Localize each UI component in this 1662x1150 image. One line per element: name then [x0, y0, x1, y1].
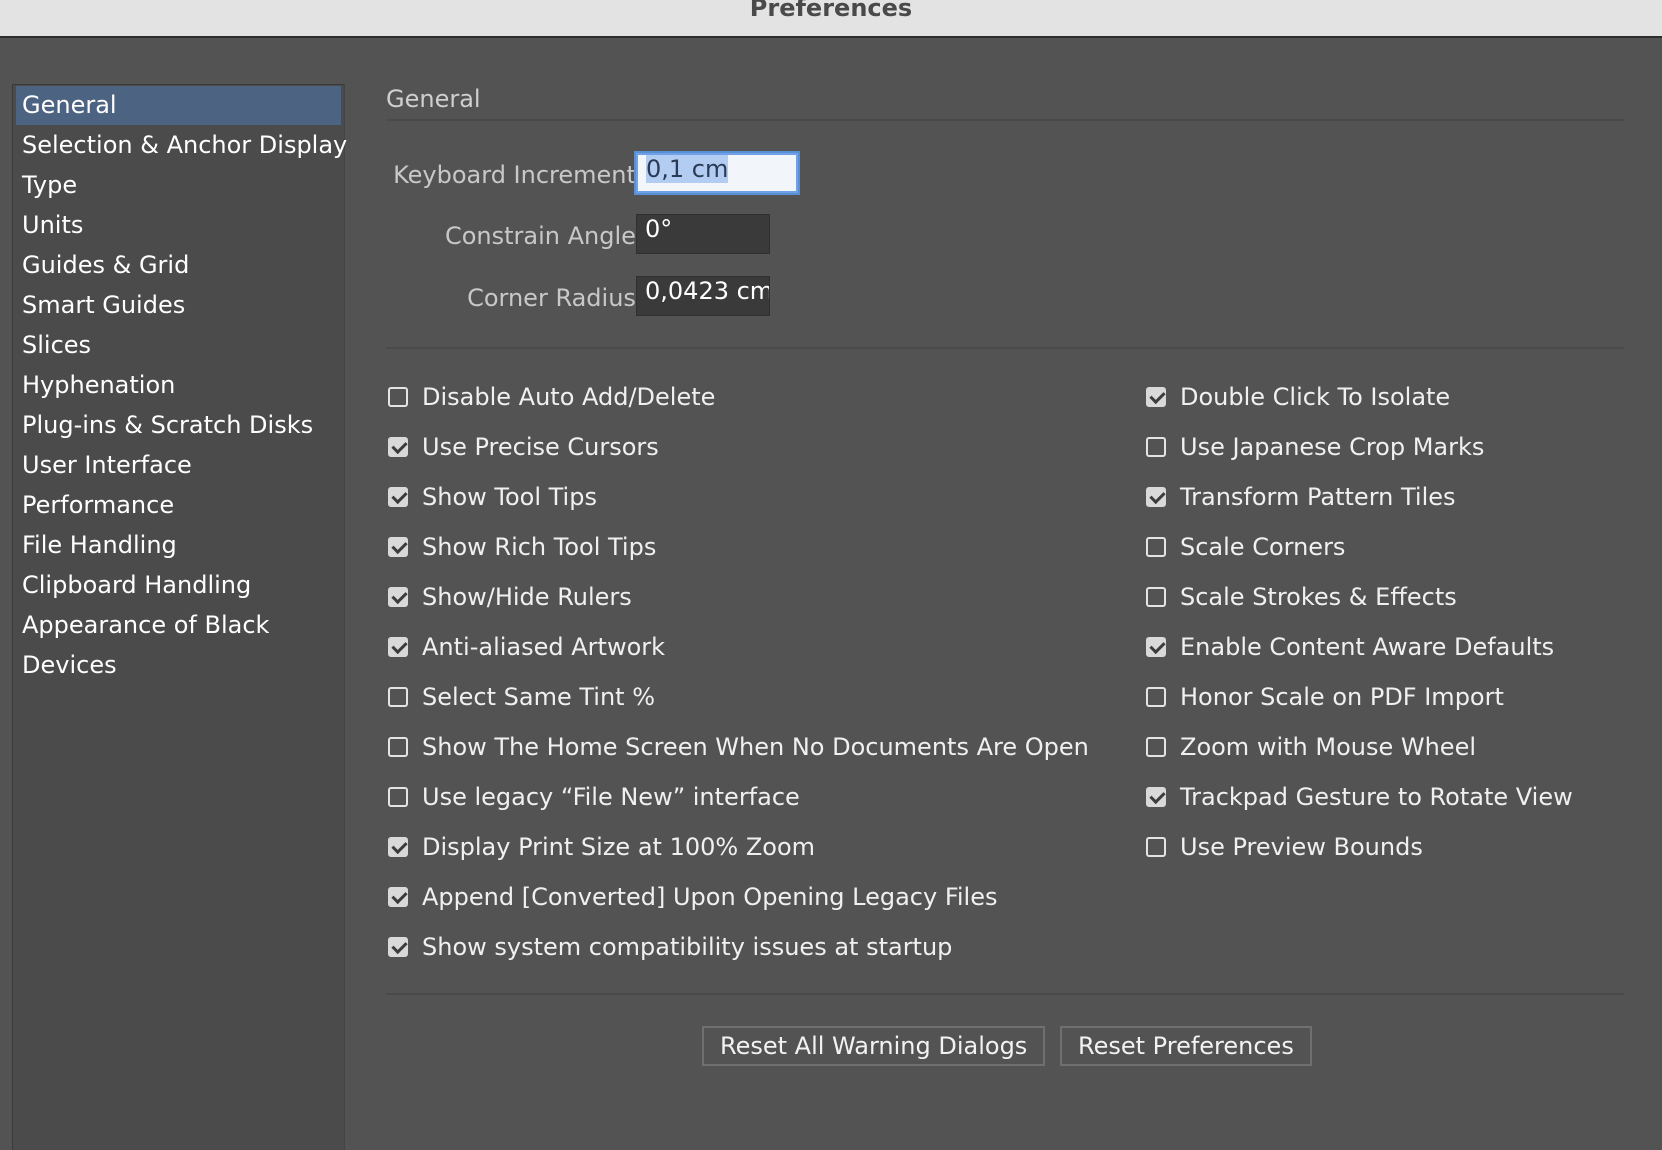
- checkbox-label: Append [Converted] Upon Opening Legacy F…: [422, 883, 998, 911]
- section-title: General: [386, 85, 481, 113]
- checkbox-label: Transform Pattern Tiles: [1180, 483, 1456, 511]
- checkbox-box[interactable]: [388, 737, 408, 757]
- keyboard-increment-value: 0,1 cm: [646, 155, 729, 183]
- checkbox-label: Enable Content Aware Defaults: [1180, 633, 1555, 661]
- checkbox-box[interactable]: [388, 587, 408, 607]
- checkbox-label: Double Click To Isolate: [1180, 383, 1451, 411]
- keyboard-increment-row: Keyboard Increment: 0,1 cm: [386, 153, 816, 197]
- checkbox-label: Scale Corners: [1180, 533, 1346, 561]
- sidebar-item-guides-grid[interactable]: Guides & Grid: [13, 245, 344, 285]
- checkbox-label: Show The Home Screen When No Documents A…: [422, 733, 1089, 761]
- window-title: Preferences: [749, 0, 913, 22]
- fields-divider: [386, 347, 1624, 349]
- sidebar-item-appearance-of-black[interactable]: Appearance of Black: [13, 605, 344, 645]
- checkbox-label: Honor Scale on PDF Import: [1180, 683, 1504, 711]
- sidebar-item-slices[interactable]: Slices: [13, 325, 344, 365]
- sidebar-item-smart-guides[interactable]: Smart Guides: [13, 285, 344, 325]
- checkbox-box[interactable]: [388, 537, 408, 557]
- buttons-divider: [386, 993, 1624, 995]
- sidebar-item-hyphenation[interactable]: Hyphenation: [13, 365, 344, 405]
- checkbox-box[interactable]: [388, 687, 408, 707]
- sidebar-item-performance[interactable]: Performance: [13, 485, 344, 525]
- reset-all-warning-dialogs-button[interactable]: Reset All Warning Dialogs: [702, 1026, 1046, 1066]
- constrain-angle-row: Constrain Angle: 0°: [386, 214, 816, 258]
- checkbox-label: Zoom with Mouse Wheel: [1180, 733, 1477, 761]
- checkbox-label: Anti-aliased Artwork: [422, 633, 666, 661]
- checkbox-box[interactable]: [388, 887, 408, 907]
- preferences-sidebar: General Selection & Anchor Display Type …: [12, 84, 347, 1150]
- checkbox-box[interactable]: [1146, 637, 1166, 657]
- checkbox-label: Disable Auto Add/Delete: [422, 383, 716, 411]
- checkbox-box[interactable]: [1146, 787, 1166, 807]
- checkbox-label: Select Same Tint %: [422, 683, 656, 711]
- checkbox-box[interactable]: [1146, 737, 1166, 757]
- window-titlebar: Preferences: [0, 0, 1662, 38]
- section-divider: [386, 119, 1624, 121]
- checkbox-label: Show Tool Tips: [422, 483, 597, 511]
- keyboard-increment-label: Keyboard Increment:: [393, 161, 644, 189]
- sidebar-item-general[interactable]: General: [16, 86, 341, 125]
- checkbox-box[interactable]: [388, 387, 408, 407]
- checkbox-box[interactable]: [388, 837, 408, 857]
- sidebar-item-plugins-scratch-disks[interactable]: Plug-ins & Scratch Disks: [13, 405, 344, 445]
- checkbox-label: Trackpad Gesture to Rotate View: [1180, 783, 1573, 811]
- checkbox-box[interactable]: [1146, 837, 1166, 857]
- checkbox-box[interactable]: [1146, 537, 1166, 557]
- checkbox-label: Show/Hide Rulers: [422, 583, 632, 611]
- sidebar-item-units[interactable]: Units: [13, 205, 344, 245]
- checkbox-box[interactable]: [388, 437, 408, 457]
- checkbox-box[interactable]: [1146, 587, 1166, 607]
- reset-preferences-button[interactable]: Reset Preferences: [1060, 1026, 1312, 1066]
- corner-radius-label: Corner Radius:: [467, 284, 644, 312]
- checkbox-box[interactable]: [1146, 487, 1166, 507]
- checkbox-label: Use Japanese Crop Marks: [1180, 433, 1485, 461]
- checkbox-box[interactable]: [1146, 687, 1166, 707]
- keyboard-increment-input[interactable]: 0,1 cm: [636, 153, 798, 193]
- sidebar-item-selection-anchor-display[interactable]: Selection & Anchor Display: [13, 125, 347, 165]
- checkbox-label: Use Precise Cursors: [422, 433, 659, 461]
- corner-radius-row: Corner Radius: 0,0423 cm: [386, 276, 816, 320]
- sidebar-item-clipboard-handling[interactable]: Clipboard Handling: [13, 565, 344, 605]
- checkbox-label: Show system compatibility issues at star…: [422, 933, 953, 961]
- checkbox-box[interactable]: [388, 787, 408, 807]
- checkbox-label: Scale Strokes & Effects: [1180, 583, 1457, 611]
- checkbox-label: Show Rich Tool Tips: [422, 533, 657, 561]
- constrain-angle-label: Constrain Angle:: [444, 222, 644, 250]
- checkbox-label: Use Preview Bounds: [1180, 833, 1423, 861]
- sidebar-item-user-interface[interactable]: User Interface: [13, 445, 344, 485]
- checkbox-box[interactable]: [388, 487, 408, 507]
- checkbox-label: Use legacy “File New” interface: [422, 783, 800, 811]
- constrain-angle-input[interactable]: 0°: [636, 214, 770, 254]
- checkbox-box[interactable]: [388, 637, 408, 657]
- sidebar-item-file-handling[interactable]: File Handling: [13, 525, 344, 565]
- sidebar-item-type[interactable]: Type: [13, 165, 344, 205]
- corner-radius-input[interactable]: 0,0423 cm: [636, 276, 770, 316]
- checkbox-box[interactable]: [1146, 387, 1166, 407]
- checkbox-box[interactable]: [388, 937, 408, 957]
- checkbox-label: Display Print Size at 100% Zoom: [422, 833, 815, 861]
- sidebar-item-devices[interactable]: Devices: [13, 645, 344, 685]
- checkbox-box[interactable]: [1146, 437, 1166, 457]
